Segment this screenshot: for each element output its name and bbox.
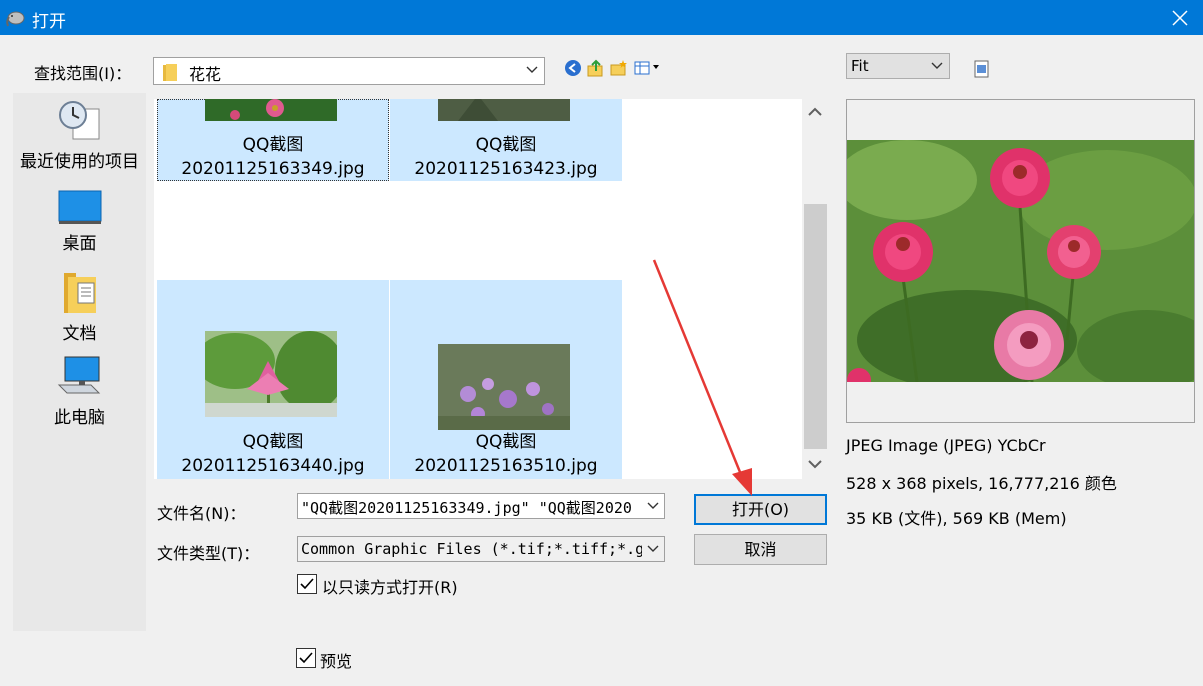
place-label: 最近使用的项目 (20, 152, 139, 172)
preview-options-icon[interactable] (974, 60, 990, 78)
scroll-down-arrow-icon[interactable] (808, 459, 822, 469)
zoom-value: Fit (851, 57, 869, 75)
preview-label: 预览 (320, 652, 353, 671)
file-item[interactable]: QQ截图 20201125163440.jpg (157, 280, 389, 479)
scroll-up-arrow-icon[interactable] (808, 107, 822, 117)
checkmark-icon (299, 652, 313, 664)
image-thumbnail (438, 344, 570, 430)
image-thumbnail (205, 331, 337, 417)
cancel-button[interactable]: 取消 (694, 534, 827, 565)
image-dimensions-info: 528 x 368 pixels, 16,777,216 颜色 (846, 474, 1117, 493)
chevron-down-icon (647, 545, 659, 552)
chevron-down-icon (931, 62, 943, 69)
file-name-line1: QQ截图 (475, 135, 537, 155)
file-name-line1: QQ截图 (475, 432, 537, 452)
look-in-label: 查找范围(I)： (34, 64, 132, 83)
places-bar: 最近使用的项目 桌面 文档 此电脑 (13, 93, 146, 631)
place-label: 桌面 (62, 234, 97, 254)
file-item[interactable]: QQ截图 20201125163510.jpg (390, 280, 622, 479)
file-name-line2: 20201125163440.jpg (181, 456, 365, 476)
preview-checkbox[interactable] (296, 648, 316, 668)
close-button[interactable] (1157, 0, 1203, 35)
place-documents[interactable]: 文档 (13, 271, 146, 344)
look-in-combo[interactable]: 花花 (153, 57, 545, 85)
file-name-line1: QQ截图 (242, 432, 304, 452)
place-desktop[interactable]: 桌面 (13, 189, 146, 254)
image-thumbnail (205, 99, 337, 121)
back-icon[interactable] (564, 59, 582, 77)
file-type-select[interactable]: Common Graphic Files (*.tif;*.tiff;*.g (297, 536, 665, 562)
documents-icon (63, 273, 96, 313)
chevron-down-icon (526, 66, 538, 73)
checkmark-icon (300, 578, 314, 590)
preview-image (847, 140, 1194, 382)
place-label: 文档 (62, 324, 97, 344)
title-bar: 打开 (0, 0, 1203, 35)
place-label: 此电脑 (54, 408, 105, 428)
file-item[interactable]: QQ截图 20201125163423.jpg (390, 99, 622, 181)
look-in-value: 花花 (189, 65, 222, 84)
file-name-line1: QQ截图 (242, 135, 304, 155)
elephant-app-icon (6, 11, 25, 27)
image-size-info: 35 KB (文件), 569 KB (Mem) (846, 509, 1067, 528)
image-preview (846, 99, 1195, 423)
view-menu-icon[interactable] (634, 59, 666, 77)
zoom-select[interactable]: Fit (846, 53, 950, 79)
file-name-line2: 20201125163349.jpg (181, 159, 365, 179)
window-title: 打开 (32, 12, 66, 32)
file-type-label: 文件类型(T)： (157, 544, 260, 563)
up-folder-icon[interactable] (587, 59, 605, 77)
read-only-checkbox[interactable] (297, 574, 317, 594)
chevron-down-icon[interactable] (647, 501, 659, 511)
file-name-input[interactable]: "QQ截图20201125163349.jpg" "QQ截图2020 (297, 493, 665, 519)
file-type-value: Common Graphic Files (*.tif;*.tiff;*.g (301, 540, 642, 558)
folder-icon (163, 64, 177, 81)
close-icon (1172, 9, 1188, 26)
file-name-line2: 20201125163510.jpg (414, 456, 598, 476)
image-thumbnail (438, 99, 570, 121)
file-list[interactable]: QQ截图 20201125163349.jpg QQ截图 20201125163… (154, 99, 802, 479)
image-type-info: JPEG Image (JPEG) YCbCr (846, 436, 1046, 455)
open-button[interactable]: 打开(O) (694, 494, 827, 525)
file-name-value: "QQ截图20201125163349.jpg" "QQ截图2020 (301, 499, 632, 517)
new-folder-icon[interactable] (610, 59, 628, 77)
desktop-icon (58, 190, 101, 224)
read-only-label: 以只读方式打开(R) (322, 578, 458, 597)
file-item[interactable]: QQ截图 20201125163349.jpg (157, 99, 389, 181)
recent-items-icon (58, 101, 99, 140)
place-this-pc[interactable]: 此电脑 (13, 355, 146, 428)
scroll-thumb[interactable] (804, 204, 827, 449)
this-pc-icon (57, 356, 100, 394)
file-list-scrollbar[interactable] (802, 99, 829, 479)
file-name-line2: 20201125163423.jpg (414, 159, 598, 179)
file-name-label: 文件名(N)： (157, 504, 246, 523)
place-recent-items[interactable]: 最近使用的项目 (13, 99, 146, 172)
